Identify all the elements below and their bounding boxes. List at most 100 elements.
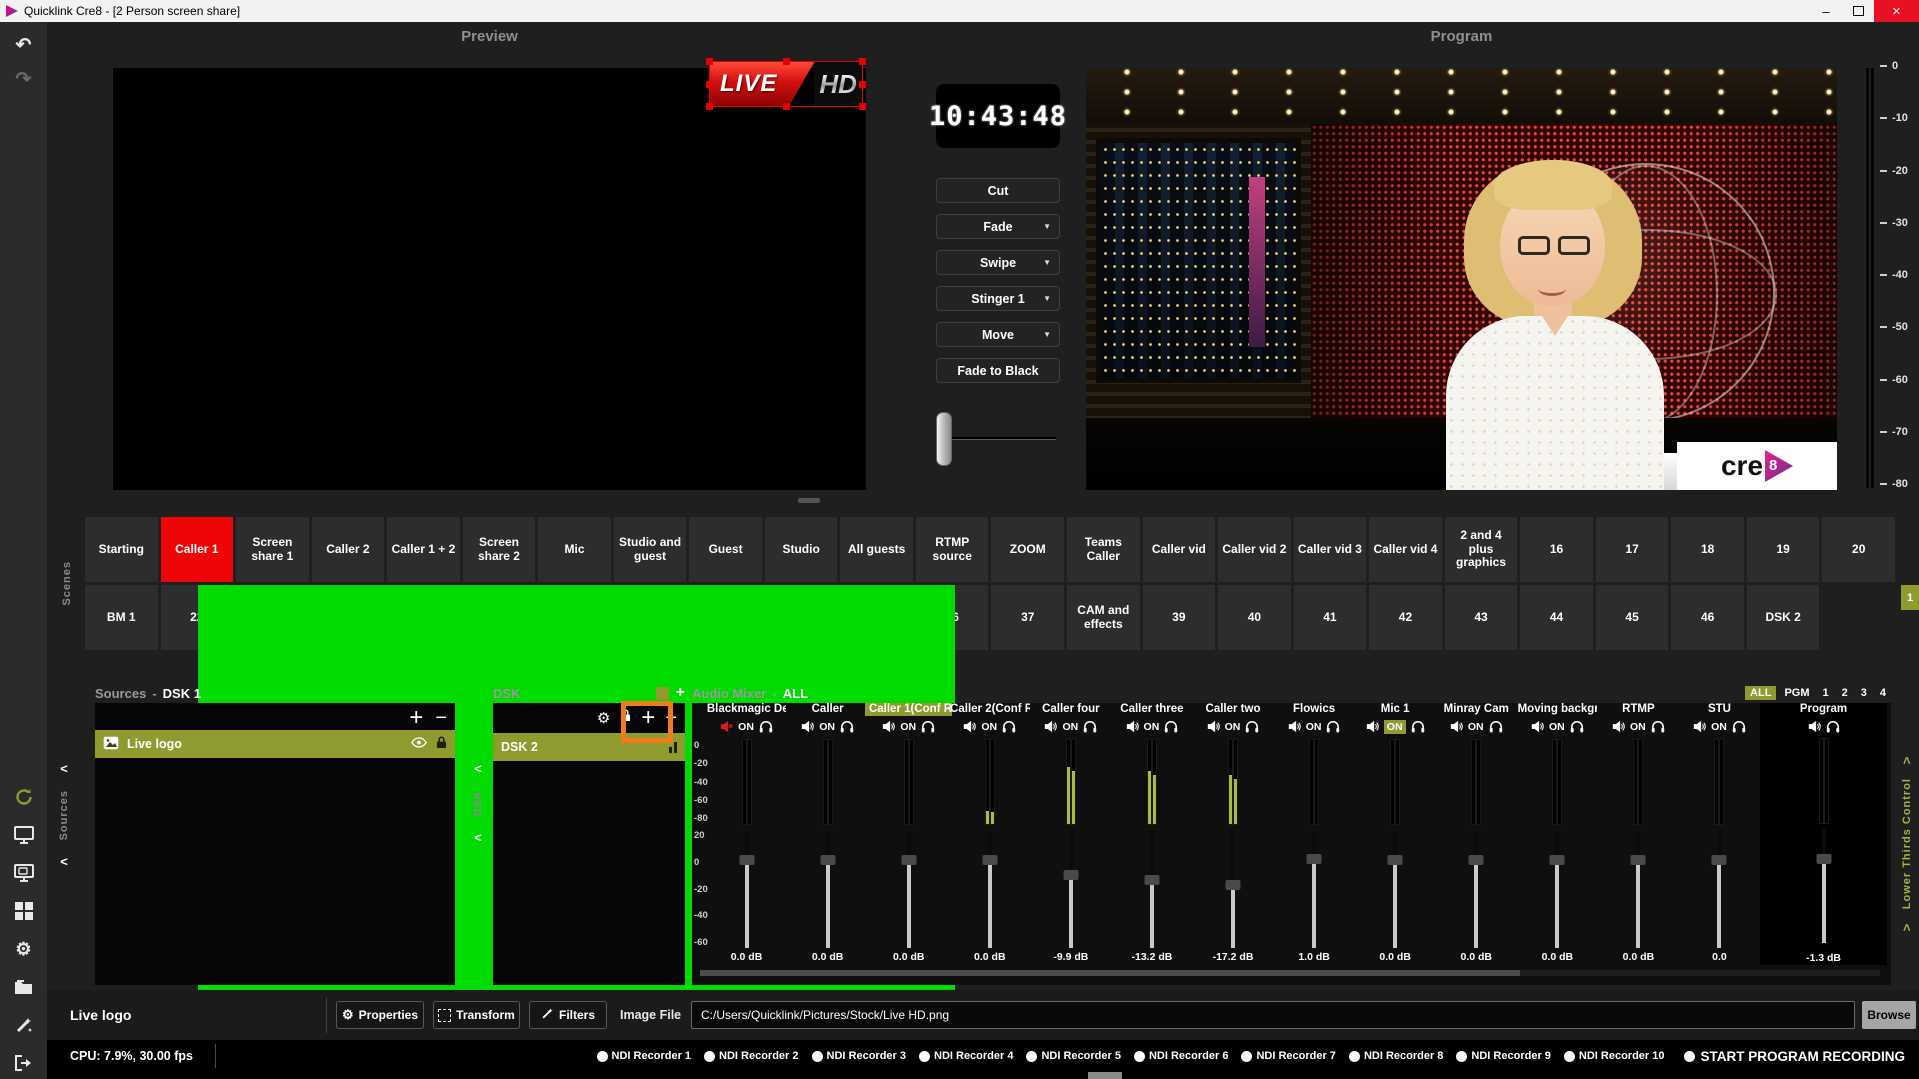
channel-on-toggle[interactable]: ON bbox=[981, 721, 997, 733]
scene-page-badge[interactable]: 1 bbox=[1901, 585, 1919, 610]
speaker-icon[interactable] bbox=[1044, 720, 1058, 733]
transition-button-move[interactable]: Move ▼ bbox=[936, 322, 1060, 347]
fader-track[interactable] bbox=[1312, 831, 1317, 949]
exit-icon[interactable] bbox=[0, 1048, 47, 1078]
scene-button-caller-vid-2[interactable]: Caller vid 2 bbox=[1218, 517, 1291, 582]
fader-handle[interactable] bbox=[1549, 855, 1565, 866]
scene-button-studio[interactable]: Studio bbox=[764, 517, 838, 582]
scene-button-all-guests[interactable]: All guests bbox=[840, 517, 913, 582]
tbar-handle[interactable] bbox=[936, 412, 952, 466]
headphones-icon[interactable] bbox=[1002, 720, 1016, 733]
mixer-tab-4[interactable]: 4 bbox=[1875, 686, 1891, 700]
speaker-icon[interactable] bbox=[1288, 720, 1301, 733]
scene-button-caller-vid-3[interactable]: Caller vid 3 bbox=[1293, 517, 1367, 582]
fader-handle[interactable] bbox=[1711, 855, 1727, 866]
ndi-recorder-ndi-recorder-10[interactable]: NDI Recorder 10 bbox=[1563, 1050, 1665, 1062]
channel-on-toggle[interactable]: ON bbox=[1711, 721, 1727, 733]
transform-button[interactable]: Transform bbox=[433, 1001, 520, 1029]
headphones-icon[interactable] bbox=[1651, 720, 1665, 733]
speaker-icon[interactable] bbox=[1207, 720, 1220, 733]
scene-button-43[interactable]: 43 bbox=[1444, 585, 1518, 650]
headphones-icon[interactable] bbox=[1164, 720, 1178, 733]
scene-button-mic[interactable]: Mic bbox=[538, 517, 611, 582]
speaker-icon[interactable] bbox=[963, 720, 977, 733]
fader-handle[interactable] bbox=[1225, 880, 1241, 891]
maximize-button[interactable] bbox=[1842, 0, 1874, 22]
scene-button-45[interactable]: 45 bbox=[1595, 585, 1669, 650]
scene-button-19[interactable]: 19 bbox=[1746, 517, 1820, 582]
visibility-eye-icon[interactable] bbox=[411, 737, 427, 751]
source-row-live-logo[interactable]: Live logo bbox=[95, 730, 455, 758]
selection-handle[interactable] bbox=[783, 58, 790, 65]
fader-track[interactable] bbox=[1474, 831, 1479, 949]
image-file-input[interactable] bbox=[691, 1001, 1855, 1029]
fader-handle[interactable] bbox=[1306, 853, 1322, 864]
scene-button-2-and-4-plus-graphics[interactable]: 2 and 4 plus graphics bbox=[1444, 517, 1518, 582]
transition-button-fade[interactable]: Fade ▼ bbox=[936, 214, 1060, 239]
ndi-recorder-ndi-recorder-1[interactable]: NDI Recorder 1 bbox=[596, 1050, 691, 1062]
channel-on-toggle[interactable]: ON bbox=[1062, 721, 1078, 733]
folder-icon[interactable] bbox=[0, 972, 47, 1002]
close-button[interactable]: × bbox=[1874, 0, 1919, 22]
fader-track[interactable] bbox=[744, 831, 749, 949]
collapse-chevron-icon[interactable]: < bbox=[1900, 757, 1915, 765]
headphones-icon[interactable] bbox=[759, 720, 773, 733]
preview-monitor-icon[interactable] bbox=[0, 858, 47, 888]
settings-gear-icon[interactable]: ⚙ bbox=[0, 934, 47, 964]
selection-handle[interactable] bbox=[859, 81, 866, 88]
scene-button-46[interactable]: 46 bbox=[1671, 585, 1744, 650]
mixer-tab-all[interactable]: ALL bbox=[1745, 686, 1777, 700]
headphones-icon[interactable] bbox=[1826, 720, 1840, 733]
scene-button-studio-and-guest[interactable]: Studio and guest bbox=[613, 517, 687, 582]
fader-handle[interactable] bbox=[820, 855, 836, 866]
headphones-icon[interactable] bbox=[1570, 720, 1584, 733]
headphones-icon[interactable] bbox=[1732, 720, 1746, 733]
selection-handle[interactable] bbox=[706, 58, 713, 65]
scene-button-42[interactable]: 42 bbox=[1369, 585, 1442, 650]
scene-button-44[interactable]: 44 bbox=[1520, 585, 1593, 650]
dsk-settings-gear-icon[interactable]: ⚙ bbox=[597, 709, 610, 727]
scene-button-cam-and-effects[interactable]: CAM and effects bbox=[1067, 585, 1140, 650]
fader-handle[interactable] bbox=[1387, 855, 1403, 866]
scene-button-caller-2[interactable]: Caller 2 bbox=[311, 517, 385, 582]
transition-button-cut[interactable]: Cut bbox=[936, 178, 1060, 203]
remove-source-icon[interactable]: − bbox=[435, 708, 447, 728]
mixer-tab-2[interactable]: 2 bbox=[1837, 686, 1853, 700]
fader-track[interactable] bbox=[1636, 831, 1641, 949]
selection-handle[interactable] bbox=[706, 81, 713, 88]
minimize-button[interactable]: – bbox=[1810, 0, 1842, 22]
transition-button-swipe[interactable]: Swipe ▼ bbox=[936, 250, 1060, 275]
fader-handle[interactable] bbox=[1468, 855, 1484, 866]
scene-button-caller-vid-4[interactable]: Caller vid 4 bbox=[1369, 517, 1442, 582]
selection-handle[interactable] bbox=[859, 58, 866, 65]
headphones-icon[interactable] bbox=[1083, 720, 1097, 733]
add-source-icon[interactable]: + bbox=[409, 706, 423, 730]
scene-button-40[interactable]: 40 bbox=[1218, 585, 1291, 650]
mixer-tab-1[interactable]: 1 bbox=[1818, 686, 1834, 700]
tbar-track[interactable] bbox=[938, 437, 1056, 440]
channel-on-toggle[interactable]: ON bbox=[1549, 721, 1565, 733]
panel-splitter-handle[interactable] bbox=[798, 498, 820, 503]
scene-button-rtmp-source[interactable]: RTMP source bbox=[915, 517, 989, 582]
selection-handle[interactable] bbox=[783, 103, 790, 110]
ndi-recorder-ndi-recorder-5[interactable]: NDI Recorder 5 bbox=[1026, 1050, 1121, 1062]
ndi-recorder-ndi-recorder-8[interactable]: NDI Recorder 8 bbox=[1348, 1050, 1443, 1062]
fader-handle[interactable] bbox=[1816, 854, 1831, 865]
scene-button-39[interactable]: 39 bbox=[1142, 585, 1216, 650]
ndi-recorder-ndi-recorder-7[interactable]: NDI Recorder 7 bbox=[1241, 1050, 1336, 1062]
scene-button-dsk-2[interactable]: DSK 2 bbox=[1746, 585, 1820, 650]
scene-button-caller-1-2[interactable]: Caller 1 + 2 bbox=[387, 517, 460, 582]
speaker-icon[interactable] bbox=[1612, 720, 1625, 733]
scene-button-zoom[interactable]: ZOOM bbox=[991, 517, 1065, 582]
redo-icon[interactable]: ↷ bbox=[0, 64, 47, 94]
ndi-recorder-ndi-recorder-6[interactable]: NDI Recorder 6 bbox=[1133, 1050, 1228, 1062]
properties-button[interactable]: ⚙ Properties bbox=[336, 1001, 424, 1029]
lock-icon[interactable] bbox=[436, 736, 447, 752]
fader-track[interactable] bbox=[1068, 831, 1073, 949]
collapse-chevron-icon[interactable]: < bbox=[60, 854, 68, 869]
fader-handle[interactable] bbox=[982, 855, 998, 866]
scene-button-16[interactable]: 16 bbox=[1520, 517, 1593, 582]
filters-button[interactable]: Filters bbox=[529, 1001, 607, 1029]
effects-wand-icon[interactable] bbox=[0, 1010, 47, 1040]
scene-button-caller-1[interactable]: Caller 1 bbox=[160, 517, 234, 582]
